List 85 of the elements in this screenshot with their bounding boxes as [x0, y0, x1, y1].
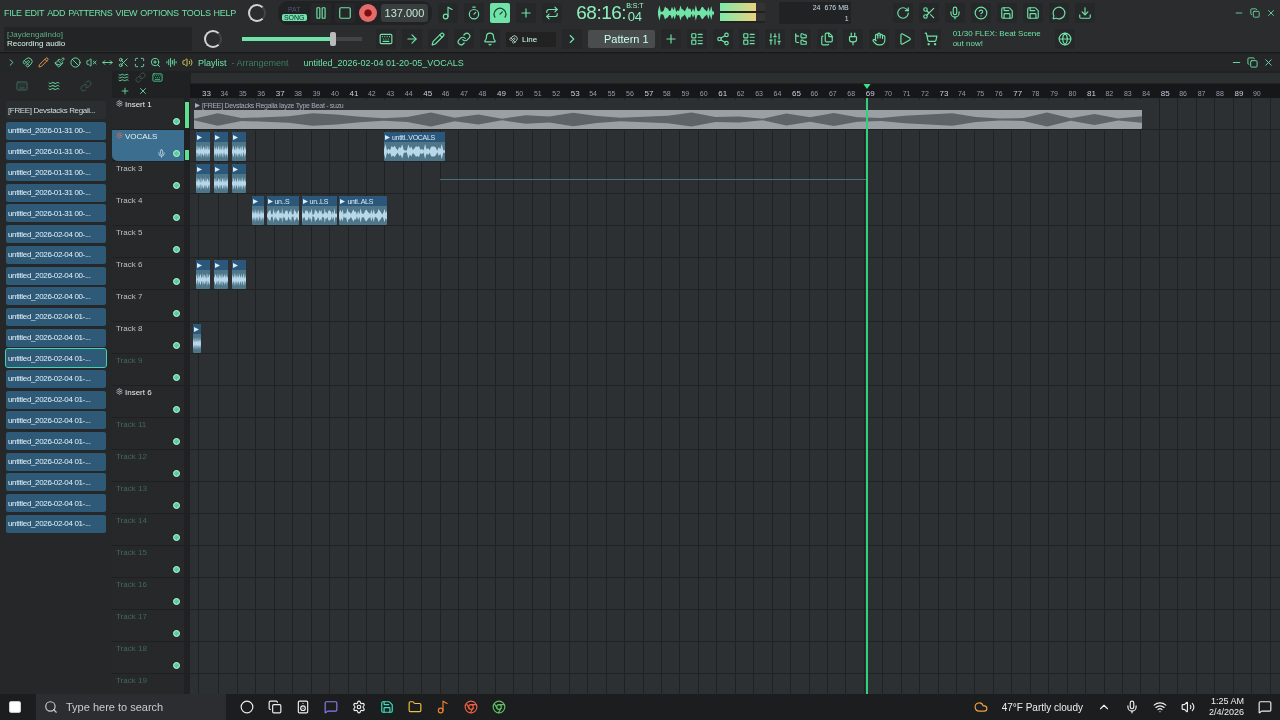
weather-text[interactable]: 47°F Partly cloudy	[1001, 701, 1083, 713]
track-header[interactable]: Track 3	[112, 162, 184, 194]
bar-number: 69	[865, 89, 876, 98]
snap-dropdown[interactable]: Line	[506, 31, 556, 47]
track-name: Insert 6	[125, 388, 152, 397]
browser-item[interactable]: untitled_2026-02-04 01-...	[6, 473, 106, 492]
menu-item[interactable]: OPTIONS	[140, 8, 179, 18]
bar-number: 89	[1234, 89, 1245, 98]
track-header[interactable]: VOCALS	[112, 130, 184, 162]
browser-item[interactable]: untitled_2026-02-04 00-...	[6, 287, 106, 306]
track-name: Track 18	[116, 644, 147, 653]
browser-item[interactable]: untitled_2026-02-04 00-...	[6, 225, 106, 244]
bar-number: 73	[939, 89, 950, 98]
clock[interactable]: 1:25 AM 2/4/2026	[1208, 696, 1244, 718]
track-header[interactable]: Track 7	[112, 290, 184, 322]
track-header[interactable]: Track 6	[112, 258, 184, 290]
playlist-title: Playlist	[198, 57, 227, 68]
bar-number: 53	[570, 89, 581, 98]
hint-user: [Jaydengalindo]	[7, 30, 65, 39]
track-name: Track 15	[116, 548, 147, 557]
playlist-subtitle: - Arrangement	[231, 57, 289, 68]
playlist-file: untitled_2026-02-04 01-20-05_VOCALS	[303, 57, 464, 68]
menu-item[interactable]: TOOLS	[181, 8, 211, 18]
tempo-display[interactable]: 137.000	[380, 4, 429, 22]
browser-item[interactable]: [FREE] Devstacks Regali...	[6, 101, 106, 119]
time-main: 68:16:	[576, 2, 627, 24]
browser-item[interactable]: untitled_2026-02-04 01-...	[6, 369, 106, 388]
track-name: Track 8	[116, 324, 143, 333]
news-text[interactable]: 01/30 FLEX: Beat Scene out now!	[952, 29, 1049, 49]
track-name: Track 3	[116, 164, 143, 173]
menu-item[interactable]: VIEW	[115, 8, 138, 18]
track-name: Track 12	[116, 452, 147, 461]
track-name: VOCALS	[125, 132, 158, 141]
track-name: Track 5	[116, 228, 143, 237]
track-name: Track 17	[116, 612, 147, 621]
browser-item[interactable]: untitled_2026-02-04 01-...	[6, 411, 106, 430]
track-header[interactable]: Track 8	[112, 322, 184, 354]
menu-item[interactable]: EDIT	[24, 8, 45, 18]
bar-number: 45	[423, 89, 434, 98]
browser-item[interactable]: untitled_2026-01-31 00-...	[6, 121, 106, 140]
browser-item[interactable]: untitled_2026-02-04 01-...	[6, 514, 106, 533]
track-name: Track 7	[116, 292, 143, 301]
bar-number: 57	[644, 89, 655, 98]
browser-item[interactable]: untitled_2026-02-04 00-...	[6, 266, 106, 285]
bar-number: 37	[275, 89, 286, 98]
track-name: Insert 1	[125, 100, 152, 109]
browser-item[interactable]: untitled_2026-01-31 00-...	[6, 142, 106, 161]
track-header[interactable]: Insert 1	[112, 98, 184, 130]
menu-item[interactable]: PATTERNS	[68, 8, 113, 18]
bar-number: 41	[349, 89, 360, 98]
bar-number: 49	[497, 89, 507, 98]
track-header[interactable]: Track 4	[112, 194, 184, 226]
bar-number: 85	[1160, 89, 1171, 98]
track-name: Track 4	[116, 196, 143, 205]
track-header[interactable]: Insert 6	[112, 386, 184, 418]
browser-item[interactable]: untitled_2026-02-04 01-...	[6, 307, 106, 326]
browser-item[interactable]: untitled_2026-02-04 01-...	[6, 349, 106, 368]
pattern-selector[interactable]: Pattern 1	[588, 30, 655, 48]
bar-number: 33	[202, 89, 212, 98]
time-ticks: 04	[627, 10, 643, 24]
track-name: Track 14	[116, 516, 147, 525]
menu-item[interactable]: FILE	[4, 8, 22, 18]
bar-number: 81	[1087, 89, 1097, 98]
track-name: Track 11	[116, 420, 147, 429]
track-name: Track 6	[116, 260, 143, 269]
track-name: Track 19	[116, 676, 147, 685]
browser-item[interactable]: untitled_2026-02-04 01-...	[6, 494, 106, 513]
bar-number: 65	[792, 89, 802, 98]
browser-item[interactable]: untitled_2026-02-04 00-...	[6, 245, 106, 264]
menu-item[interactable]: HELP	[213, 8, 236, 18]
bar-number: 77	[1013, 89, 1024, 98]
browser-item[interactable]: untitled_2026-01-31 00-...	[6, 163, 106, 182]
search-field[interactable]: Type here to search	[36, 694, 226, 720]
browser-item[interactable]: untitled_2026-02-04 01-...	[6, 452, 106, 471]
bar-number: 61	[718, 89, 729, 98]
browser-item[interactable]: untitled_2026-02-04 01-...	[6, 390, 106, 409]
menu-item[interactable]: ADD	[47, 8, 66, 18]
browser-item[interactable]: untitled_2026-01-31 00-...	[6, 204, 106, 223]
browser-item[interactable]: untitled_2026-02-04 01-...	[6, 328, 106, 347]
track-header[interactable]: Track 5	[112, 226, 184, 258]
hint-message: Recording audio	[7, 39, 67, 48]
track-name: Track 16	[116, 580, 147, 589]
browser-item[interactable]: untitled_2026-02-04 01-...	[6, 432, 106, 450]
track-name: Track 13	[116, 484, 147, 493]
browser-item[interactable]: untitled_2026-01-31 00-...	[6, 183, 106, 202]
